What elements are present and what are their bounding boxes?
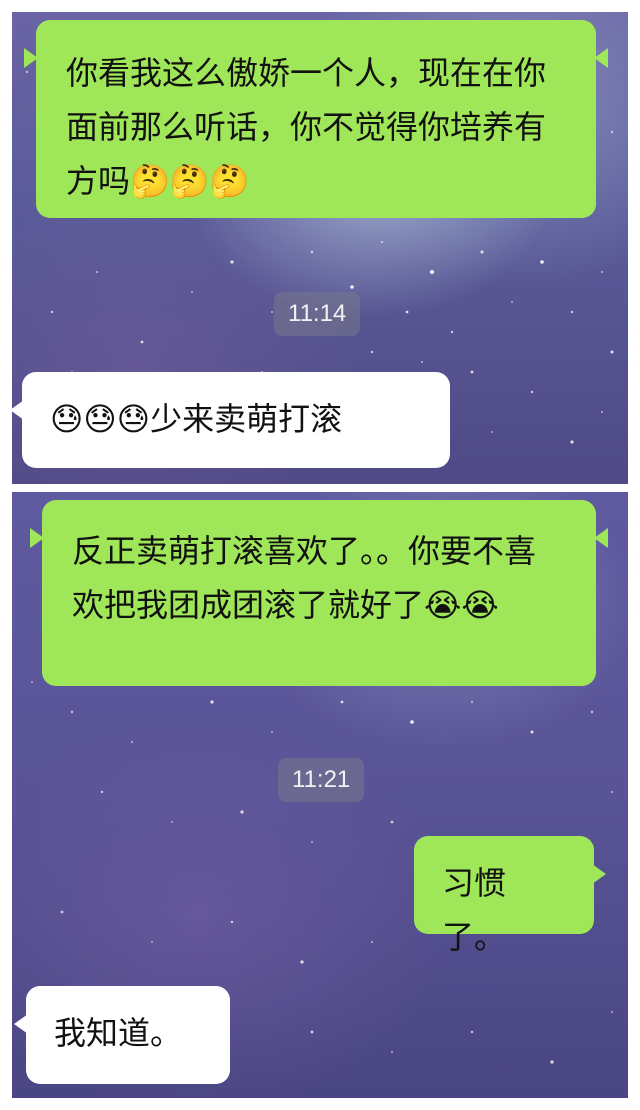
message-text: 我知道。 (54, 1014, 183, 1052)
message-text: 你看我这么傲娇一个人，现在在你面前那么听话，你不觉得你培养有方吗🤔🤔🤔 (66, 54, 547, 200)
message-bubble-received[interactable]: 我知道。 (14, 986, 230, 1084)
message-bubble-sent[interactable]: 习惯了。 (414, 836, 606, 956)
message-timestamp: 11:14 (274, 292, 361, 336)
message-text: 反正卖萌打滚喜欢了。。你要不喜欢把我团成团滚了就好了😭😭 (72, 532, 537, 624)
message-bubble-sent[interactable]: 反正卖萌打滚喜欢了。。你要不喜欢把我团成团滚了就好了😭😭 (30, 500, 608, 686)
message-text: 😓😓😓少来卖萌打滚 (50, 400, 343, 438)
message-bubble-sent[interactable]: 你看我这么傲娇一个人，现在在你面前那么听话，你不觉得你培养有方吗🤔🤔🤔 (24, 20, 608, 218)
message-timestamp: 11:21 (278, 758, 365, 802)
message-text: 习惯了。 (442, 864, 507, 956)
message-bubble-received[interactable]: 😓😓😓少来卖萌打滚 (10, 372, 450, 468)
